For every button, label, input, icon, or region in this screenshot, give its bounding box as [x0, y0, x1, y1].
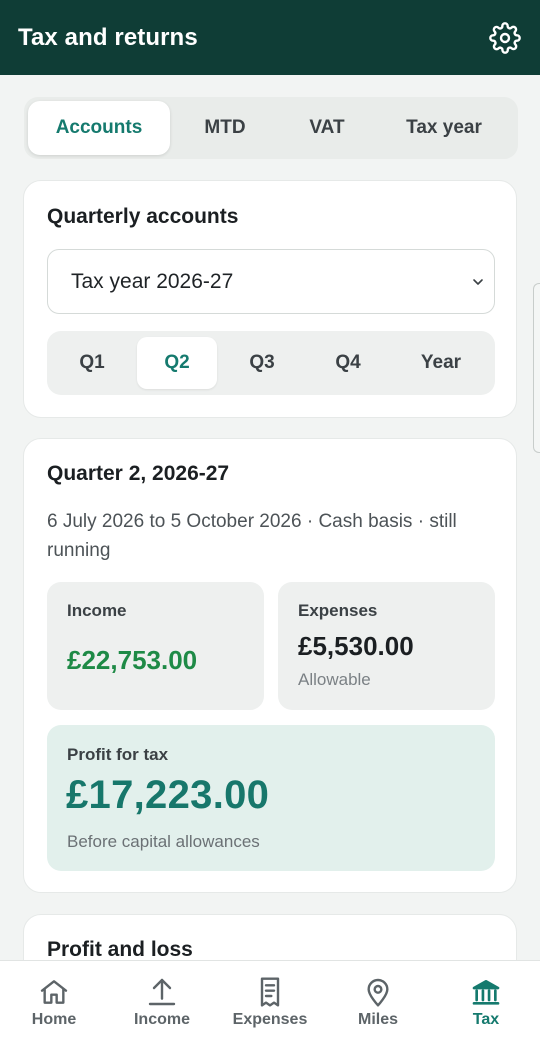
profit-value: £17,223.00: [66, 773, 270, 817]
upload-arrow-icon: [148, 978, 176, 1006]
tax-year-select[interactable]: Tax year 2026-27: [47, 249, 495, 314]
quarter-tabs: Q1 Q2 Q3 Q4 Year: [47, 331, 495, 395]
tax-year-select-value: Tax year 2026-27: [71, 269, 234, 293]
quarterly-accounts-card: Quarterly accounts Tax year 2026-27 Q1 Q…: [23, 180, 517, 418]
expenses-label: Expenses: [298, 601, 378, 620]
nav-tax[interactable]: Tax: [432, 961, 540, 1042]
section-tabs: Accounts MTD VAT Tax year: [24, 97, 518, 159]
receipt-icon: [260, 977, 280, 1007]
bottom-nav: Home Income Expenses Miles Tax: [0, 960, 540, 1042]
quarter-summary-card: Quarter 2, 2026-27 6 July 2026 to 5 Octo…: [23, 438, 517, 893]
nav-home[interactable]: Home: [0, 961, 108, 1042]
tab-vat[interactable]: VAT: [280, 101, 374, 155]
side-scroll-handle[interactable]: [533, 283, 540, 453]
app-header: Tax and returns: [0, 0, 540, 75]
home-icon: [40, 980, 68, 1004]
tab-q2[interactable]: Q2: [137, 337, 217, 389]
nav-miles[interactable]: Miles: [324, 961, 432, 1042]
gear-icon: [489, 21, 521, 54]
tab-q1[interactable]: Q1: [47, 337, 137, 389]
tab-mtd[interactable]: MTD: [170, 101, 280, 155]
income-value: £22,753.00: [67, 645, 198, 675]
bank-icon: [472, 980, 500, 1005]
profit-label: Profit for tax: [67, 745, 169, 764]
income-label: Income: [67, 601, 127, 620]
tab-accounts[interactable]: Accounts: [28, 101, 170, 155]
nav-home-label: Home: [31, 1011, 77, 1028]
expenses-stat: Expenses £5,530.00 Allowable: [278, 582, 495, 710]
quarter-title: Quarter 2, 2026-27: [47, 462, 230, 485]
nav-income[interactable]: Income: [108, 961, 216, 1042]
nav-expenses[interactable]: Expenses: [216, 961, 324, 1042]
nav-tax-label: Tax: [472, 1011, 500, 1028]
tab-q4[interactable]: Q4: [307, 337, 389, 389]
settings-button[interactable]: [488, 21, 522, 55]
expenses-value: £5,530.00: [298, 631, 414, 661]
tab-tax-year[interactable]: Tax year: [374, 101, 514, 155]
expenses-note: Allowable: [298, 670, 371, 689]
profit-and-loss-title: Profit and loss: [47, 938, 193, 961]
map-pin-icon: [367, 978, 389, 1007]
tab-year[interactable]: Year: [389, 337, 493, 389]
nav-expenses-label: Expenses: [232, 1011, 308, 1028]
chevron-down-icon: [473, 278, 483, 285]
nav-miles-label: Miles: [357, 1011, 398, 1028]
quarterly-accounts-title: Quarterly accounts: [47, 205, 239, 228]
nav-income-label: Income: [133, 1011, 190, 1028]
profit-note: Before capital allowances: [67, 832, 260, 851]
income-stat: Income £22,753.00: [47, 582, 264, 710]
tab-q3[interactable]: Q3: [217, 337, 307, 389]
quarter-period: 6 July 2026 to 5 October 2026 · Cash bas…: [47, 511, 457, 561]
profit-stat: Profit for tax £17,223.00 Before capital…: [47, 725, 495, 871]
page-title: Tax and returns: [18, 23, 198, 51]
